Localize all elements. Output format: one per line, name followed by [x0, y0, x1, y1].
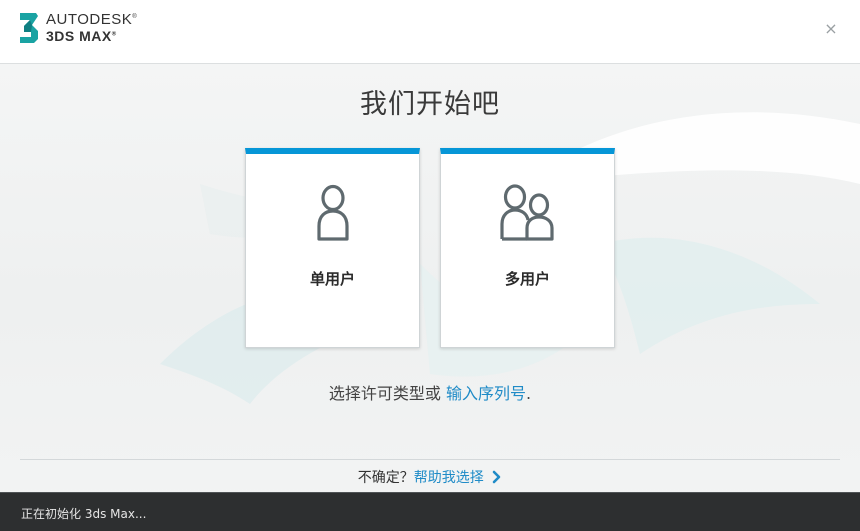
- page-title: 我们开始吧: [360, 89, 500, 120]
- background-artwork: [160, 112, 860, 404]
- single-user-label: 单用户: [309, 270, 355, 288]
- choose-suffix: .: [526, 384, 532, 403]
- license-dialog: AUTODESK® 3DS MAX® × 我们开始吧 单用户 多用户 选择许可类…: [0, 0, 860, 531]
- single-user-icon: [316, 184, 349, 241]
- 3dsmax-logo-icon: [20, 13, 38, 43]
- close-button[interactable]: ×: [824, 19, 838, 38]
- status-bar: 正在初始化 3ds Max...: [0, 492, 860, 531]
- help-me-choose-link[interactable]: 帮助我选择: [414, 470, 484, 486]
- header-bar: AUTODESK® 3DS MAX® ×: [0, 0, 860, 64]
- status-text: 正在初始化 3ds Max...: [21, 507, 147, 521]
- single-user-card[interactable]: 单用户: [245, 148, 420, 348]
- choose-license-prompt: 选择许可类型或: [328, 384, 441, 403]
- multi-user-label: 多用户: [504, 270, 550, 288]
- close-icon: ×: [824, 19, 838, 38]
- unsure-text: 不确定？: [357, 470, 414, 486]
- brand-autodesk: AUTODESK®: [46, 11, 138, 28]
- multi-user-card[interactable]: 多用户: [440, 148, 615, 348]
- footer-divider: [20, 459, 840, 460]
- enter-serial-link[interactable]: 输入序列号: [446, 384, 526, 403]
- help-choose-line: 不确定？帮助我选择: [0, 467, 860, 487]
- autodesk-3dsmax-logo: AUTODESK® 3DS MAX®: [18, 11, 138, 47]
- choose-license-text: 选择许可类型或 输入序列号.: [0, 380, 860, 404]
- chevron-right-icon[interactable]: [492, 470, 502, 484]
- brand-3dsmax: 3DS MAX®: [46, 28, 117, 44]
- multi-user-icon: [499, 184, 554, 241]
